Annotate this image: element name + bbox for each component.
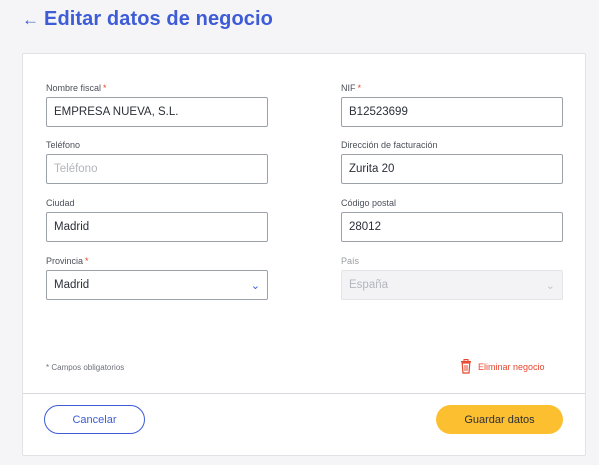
page-header: ← Editar datos de negocio — [22, 6, 273, 32]
direccion-input[interactable]: Zurita 20 — [341, 154, 563, 184]
provincia-selected: Madrid — [54, 279, 90, 291]
pais-label: País — [341, 256, 360, 266]
page-title: Editar datos de negocio — [44, 7, 273, 30]
codigo-postal-label: Código postal — [341, 198, 397, 208]
provincia-label: Provincia * — [46, 256, 89, 266]
trash-icon — [461, 359, 471, 374]
pais-select: España ⌄ — [341, 270, 563, 300]
arrow-left-icon[interactable]: ← — [22, 11, 39, 28]
telefono-label: Teléfono — [46, 140, 81, 150]
codigo-postal-input[interactable]: 28012 — [341, 212, 563, 242]
codigo-postal-field: Código postal 28012 — [341, 197, 563, 242]
footer-divider — [23, 393, 585, 394]
business-form-card: Nombre fiscal * EMPRESA NUEVA, S.L. NIF * … — [22, 53, 586, 456]
delete-business-link[interactable]: Eliminar negocio — [460, 359, 545, 374]
direccion-label: Dirección de facturación — [341, 140, 438, 150]
direccion-field: Dirección de facturación Zurita 20 — [341, 139, 563, 184]
delete-business-label: Eliminar negocio — [478, 361, 545, 372]
required-fields-note: * Campos obligatorios — [46, 363, 125, 372]
nombre-fiscal-field: Nombre fiscal * EMPRESA NUEVA, S.L. — [46, 82, 268, 127]
nif-field: NIF * B12523699 — [341, 82, 563, 127]
save-button[interactable]: Guardar datos — [436, 405, 563, 434]
nombre-fiscal-label: Nombre fiscal * — [46, 83, 107, 93]
pais-selected: España — [349, 279, 389, 291]
ciudad-field: Ciudad Madrid — [46, 197, 268, 242]
ciudad-label: Ciudad — [46, 198, 75, 208]
pais-field: País España ⌄ — [341, 255, 563, 300]
provincia-field: Provincia * Madrid ⌄ — [46, 255, 268, 300]
required-mark: * — [103, 83, 107, 93]
telefono-input[interactable]: Teléfono — [46, 154, 268, 184]
cancel-button[interactable]: Cancelar — [44, 405, 145, 434]
chevron-down-icon: ⌄ — [250, 279, 260, 292]
telefono-field: Teléfono Teléfono — [46, 139, 268, 184]
required-mark: * — [357, 83, 362, 93]
nif-input[interactable]: B12523699 — [341, 97, 563, 127]
chevron-down-icon: ⌄ — [545, 279, 555, 292]
nif-label: NIF * — [341, 83, 362, 93]
required-mark: * — [85, 256, 89, 266]
provincia-select[interactable]: Madrid ⌄ — [46, 270, 268, 300]
nombre-fiscal-input[interactable]: EMPRESA NUEVA, S.L. — [46, 97, 268, 127]
ciudad-input[interactable]: Madrid — [46, 212, 268, 242]
